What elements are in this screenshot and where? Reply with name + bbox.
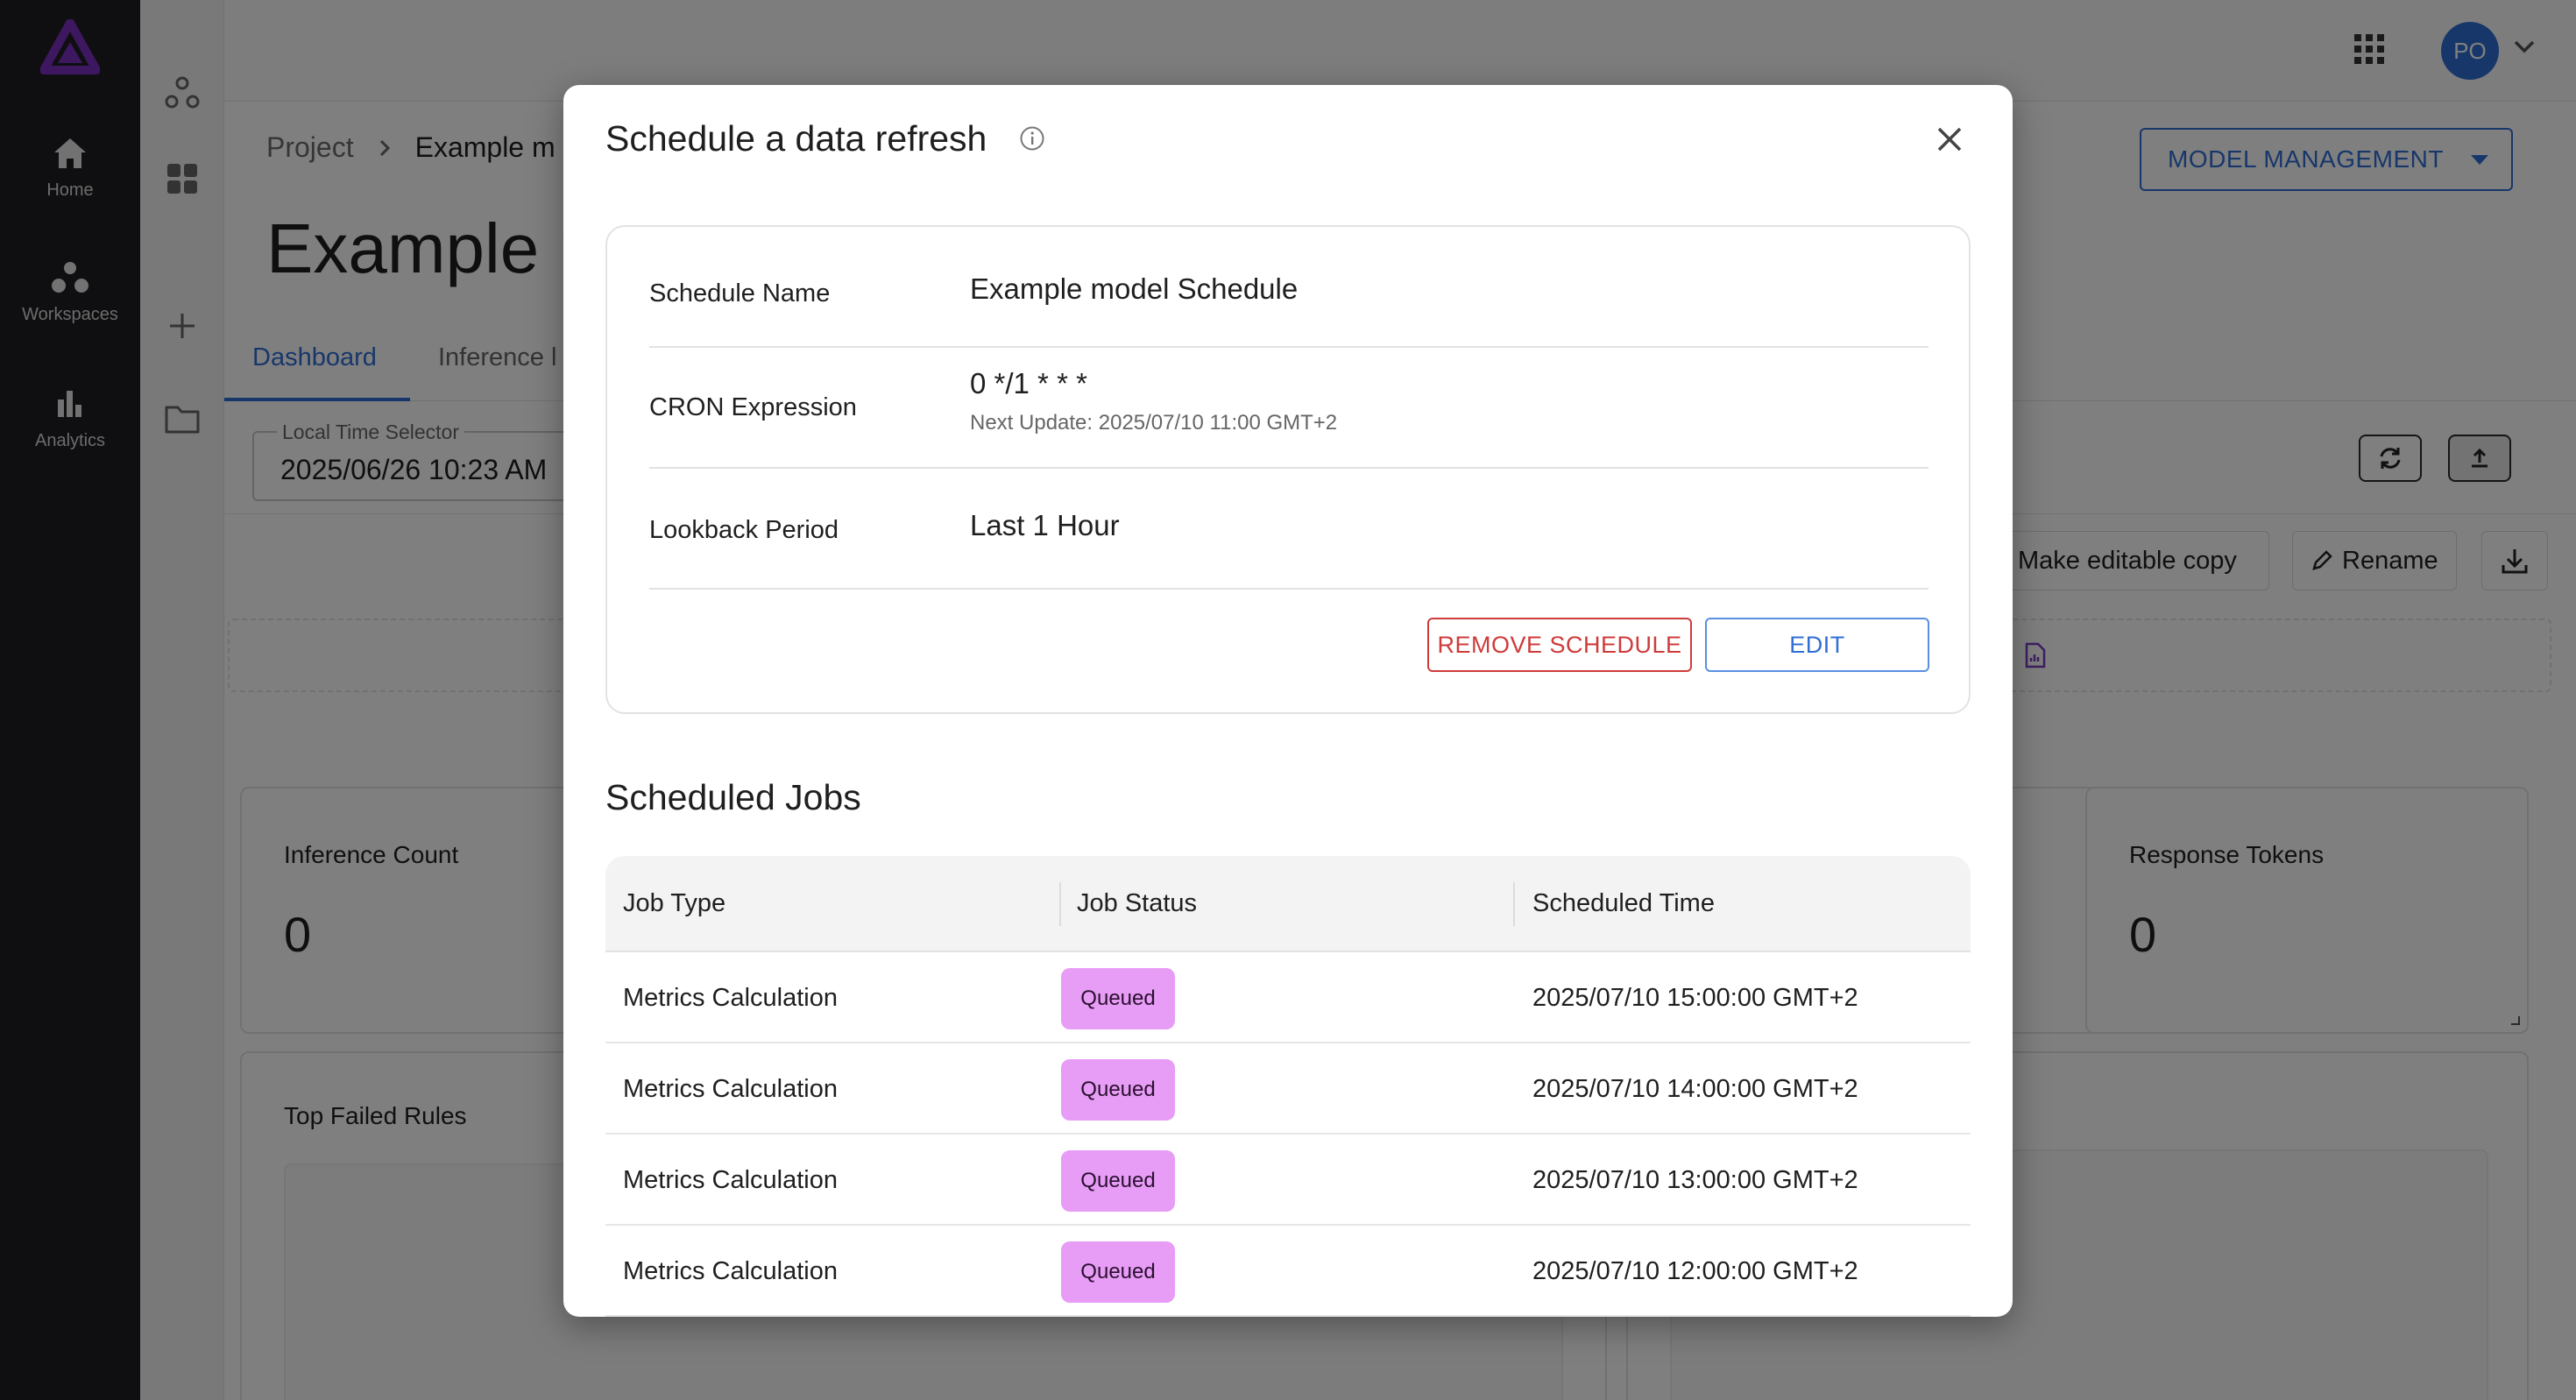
column-header-job-status[interactable]: Job Status bbox=[1077, 889, 1197, 918]
scheduled-time-cell: 2025/07/10 13:00:00 GMT+2 bbox=[1532, 1166, 1858, 1194]
table-row[interactable]: Metrics Calculation Queued 2025/07/10 14… bbox=[605, 1043, 1971, 1135]
status-badge: Queued bbox=[1061, 968, 1175, 1029]
column-separator bbox=[1513, 882, 1515, 926]
table-header: Job Type Job Status Scheduled Time bbox=[605, 856, 1971, 952]
job-type-cell: Metrics Calculation bbox=[623, 984, 838, 1012]
schedule-name-label: Schedule Name bbox=[649, 279, 831, 308]
divider bbox=[649, 346, 1928, 348]
column-header-scheduled-time[interactable]: Scheduled Time bbox=[1532, 889, 1715, 918]
divider bbox=[649, 467, 1928, 469]
schedule-refresh-dialog: Schedule a data refresh Schedule Name Ex… bbox=[563, 85, 2013, 1317]
column-separator bbox=[1059, 882, 1061, 926]
remove-schedule-button[interactable]: REMOVE SCHEDULE bbox=[1427, 618, 1692, 672]
status-badge: Queued bbox=[1061, 1150, 1175, 1212]
status-badge: Queued bbox=[1061, 1241, 1175, 1303]
lookback-period-label: Lookback Period bbox=[649, 516, 839, 544]
job-type-cell: Metrics Calculation bbox=[623, 1257, 838, 1285]
scheduled-time-cell: 2025/07/10 14:00:00 GMT+2 bbox=[1532, 1075, 1858, 1103]
scheduled-jobs-heading: Scheduled Jobs bbox=[605, 777, 861, 817]
schedule-details: Schedule Name Example model Schedule CRO… bbox=[605, 225, 1971, 714]
job-type-cell: Metrics Calculation bbox=[623, 1075, 838, 1103]
table-row[interactable]: Metrics Calculation Queued 2025/07/10 13… bbox=[605, 1135, 1971, 1226]
status-badge: Queued bbox=[1061, 1059, 1175, 1121]
dialog-title: Schedule a data refresh bbox=[605, 118, 987, 159]
cron-expression-label: CRON Expression bbox=[649, 393, 857, 421]
schedule-name-value: Example model Schedule bbox=[970, 272, 1299, 305]
scheduled-time-cell: 2025/07/10 12:00:00 GMT+2 bbox=[1532, 1257, 1858, 1285]
column-header-job-type[interactable]: Job Type bbox=[623, 889, 725, 918]
job-type-cell: Metrics Calculation bbox=[623, 1166, 838, 1194]
edit-schedule-button[interactable]: EDIT bbox=[1705, 618, 1929, 672]
close-icon[interactable] bbox=[1927, 117, 1972, 162]
info-icon[interactable] bbox=[1019, 125, 1045, 152]
table-row[interactable]: Metrics Calculation Queued 2025/07/10 15… bbox=[605, 952, 1971, 1043]
divider bbox=[649, 588, 1928, 590]
next-update-text: Next Update: 2025/07/10 11:00 GMT+2 bbox=[970, 411, 1338, 435]
lookback-period-value: Last 1 Hour bbox=[970, 509, 1120, 541]
scheduled-time-cell: 2025/07/10 15:00:00 GMT+2 bbox=[1532, 984, 1858, 1012]
table-row[interactable]: Metrics Calculation Queued 2025/07/10 12… bbox=[605, 1226, 1971, 1317]
cron-expression-value: 0 */1 * * * bbox=[970, 367, 1087, 399]
